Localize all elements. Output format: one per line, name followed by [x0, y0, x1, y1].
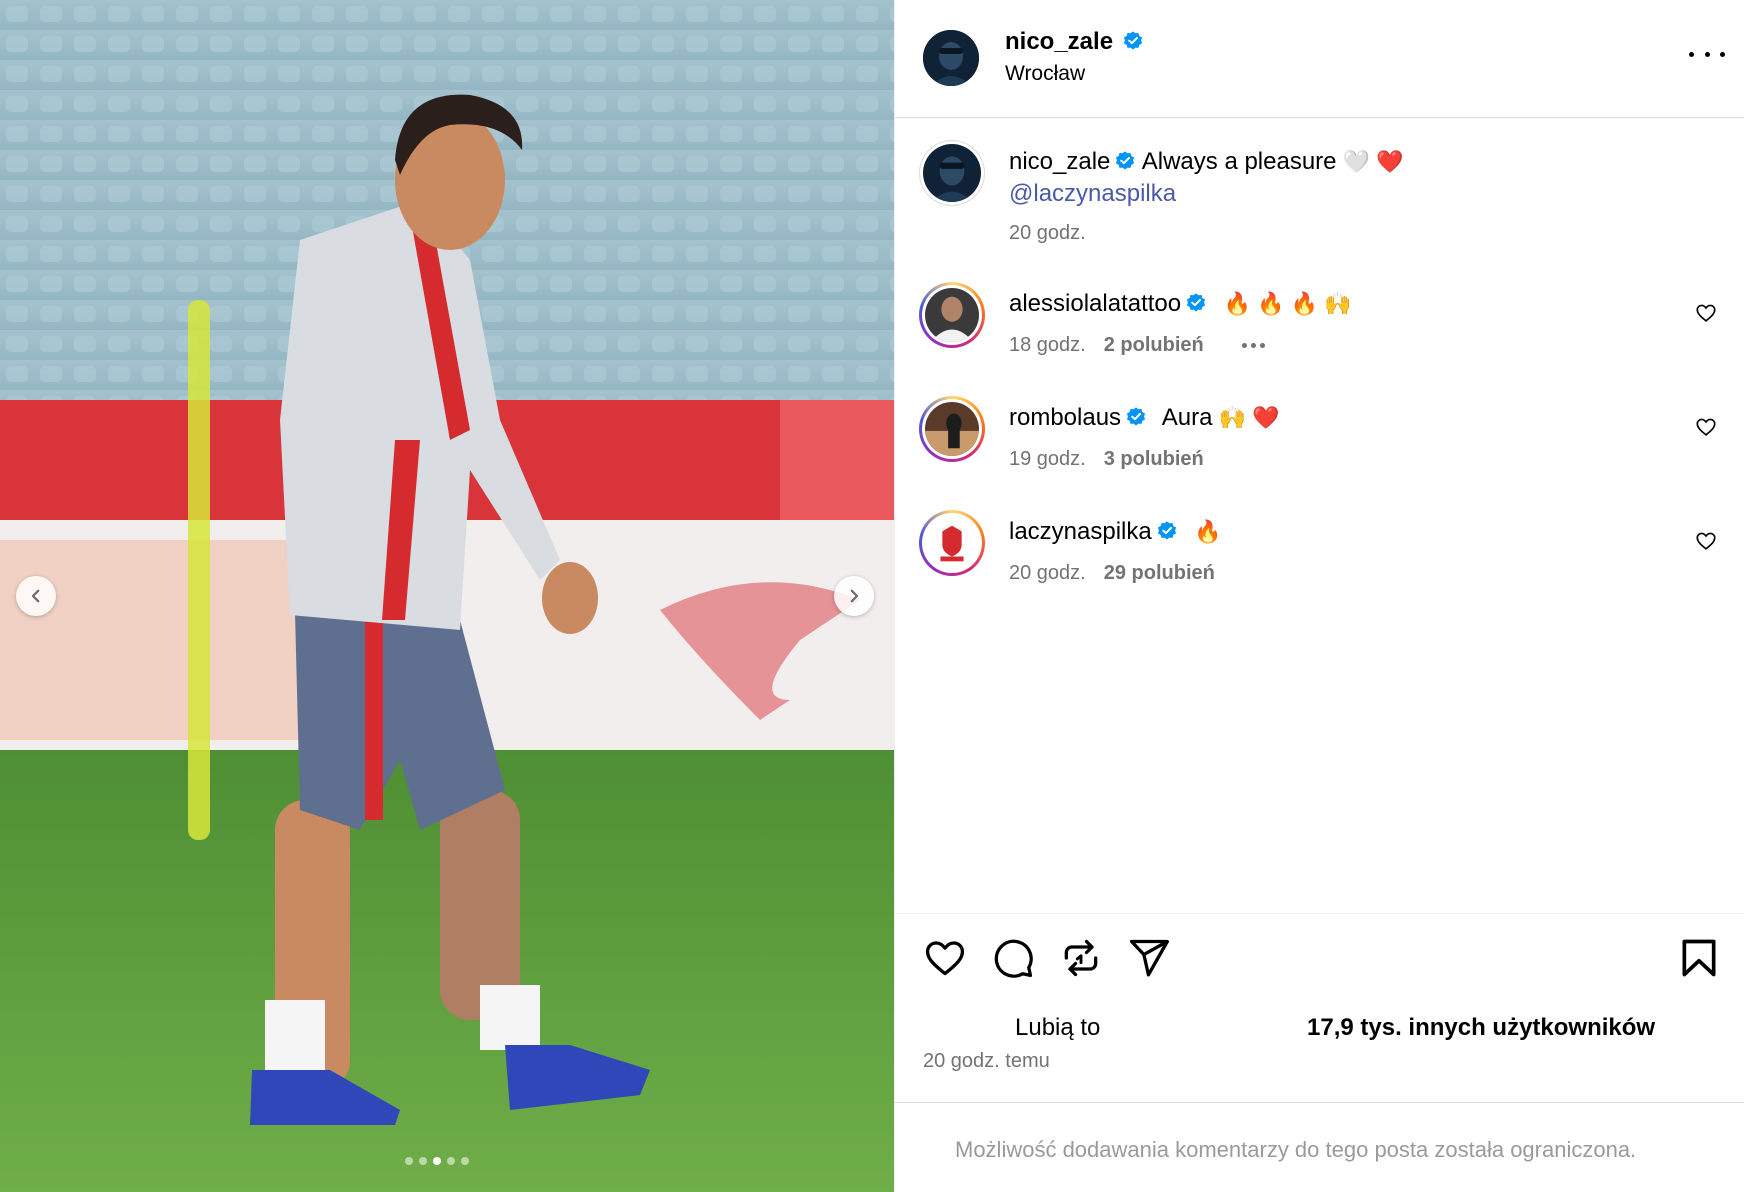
post-actions: Lubią to 17,9 tys. innych użytkowników 2…	[895, 913, 1744, 1103]
post-header: nico_zale Wrocław	[895, 0, 1744, 118]
send-icon[interactable]	[1127, 936, 1171, 980]
verified-badge-icon	[1157, 521, 1176, 540]
comment-icon[interactable]	[991, 936, 1035, 980]
repost-icon[interactable]	[1059, 936, 1103, 980]
comments-disabled-text: Możliwość dodawania komentarzy do tego p…	[955, 1137, 1637, 1162]
carousel-dot	[419, 1157, 427, 1165]
comment-item: rombolaus Aura 🙌 ❤️ 19 godz. 3 polubień	[895, 396, 1744, 486]
caption-emojis: 🤍 ❤️	[1342, 149, 1404, 174]
verified-badge-icon	[1126, 407, 1146, 426]
heart-icon[interactable]	[923, 936, 967, 980]
caption-mention-link[interactable]: @laczynaspilka	[1009, 180, 1176, 208]
carousel-dot-active	[433, 1157, 441, 1165]
author-username[interactable]: nico_zale	[1005, 28, 1113, 55]
comment-likes[interactable]: 3 polubień	[1104, 448, 1204, 470]
comment-avatar[interactable]	[919, 282, 985, 348]
comment-emojis: 🔥	[1194, 519, 1222, 544]
author-avatar[interactable]	[923, 30, 979, 86]
like-comment-icon[interactable]	[1695, 530, 1717, 552]
comment-meta: 19 godz. 3 polubień	[1009, 448, 1204, 471]
bookmark-icon[interactable]	[1677, 936, 1721, 980]
comment-username[interactable]: alessiolalatattoo	[1009, 290, 1181, 317]
comment-avatar-image	[925, 402, 979, 456]
comment-meta: 20 godz. 29 polubień	[1009, 562, 1215, 585]
caption-avatar-image	[923, 144, 981, 202]
comment-avatar[interactable]	[919, 510, 985, 576]
comment-avatar-image	[925, 288, 979, 342]
caption-line: nico_zale Always a pleasure 🤍 ❤️	[1009, 148, 1403, 176]
comments-disabled-notice: Możliwość dodawania komentarzy do tego p…	[895, 1102, 1744, 1192]
caption-avatar[interactable]	[919, 140, 985, 206]
comment-likes[interactable]: 29 polubień	[1104, 562, 1215, 584]
post-timestamp[interactable]: 20 godz. temu	[923, 1050, 1050, 1073]
comment-meta: 18 godz. 2 polubień	[1009, 334, 1265, 357]
comment-item: alessiolalatattoo 🔥 🔥 🔥 🙌 18 godz. 2 polu…	[895, 282, 1744, 372]
comment-time[interactable]: 18 godz.	[1009, 334, 1086, 356]
verified-badge-icon	[1116, 151, 1135, 170]
comment-item: laczynaspilka 🔥 20 godz. 29 polubień	[895, 510, 1744, 600]
comment-time[interactable]: 19 godz.	[1009, 448, 1086, 470]
likes-prefix: Lubią to	[1015, 1014, 1101, 1041]
post-side-panel: nico_zale Wrocław nico_zale Always a ple…	[894, 0, 1744, 1192]
author-name-row: nico_zale	[1005, 28, 1144, 56]
comment-avatar[interactable]	[919, 396, 985, 462]
verified-badge-icon	[1187, 293, 1206, 312]
likes-count[interactable]: 17,9 tys. innych użytkowników	[1307, 1014, 1655, 1042]
post-caption: nico_zale Always a pleasure 🤍 ❤️ @laczyna…	[895, 140, 1744, 250]
carousel-dot	[405, 1157, 413, 1165]
verified-badge-icon	[1123, 31, 1142, 50]
comment-emojis: 🙌 ❤️	[1218, 405, 1280, 430]
next-slide-button[interactable]	[834, 576, 874, 616]
more-icon	[1241, 343, 1247, 349]
like-comment-icon[interactable]	[1695, 416, 1717, 438]
carousel-dot	[447, 1157, 455, 1165]
caption-username[interactable]: nico_zale	[1009, 148, 1110, 175]
post-photo	[0, 0, 894, 1192]
like-comment-icon[interactable]	[1695, 302, 1717, 324]
comment-emojis: 🔥 🔥 🔥 🙌	[1223, 291, 1352, 316]
comment-line: alessiolalatattoo 🔥 🔥 🔥 🙌	[1009, 290, 1352, 318]
comment-username[interactable]: laczynaspilka	[1009, 518, 1152, 545]
comment-avatar-image	[925, 516, 979, 570]
caption-time[interactable]: 20 godz.	[1009, 222, 1086, 245]
author-avatar-image	[923, 30, 979, 86]
comment-line: rombolaus Aura 🙌 ❤️	[1009, 404, 1279, 432]
comment-username[interactable]: rombolaus	[1009, 404, 1121, 431]
comment-text: Aura	[1161, 404, 1213, 431]
previous-slide-button[interactable]	[16, 576, 56, 616]
caption-text: Always a pleasure	[1141, 148, 1337, 175]
chevron-right-icon	[850, 589, 859, 603]
more-options-button[interactable]	[1689, 42, 1725, 66]
post-location[interactable]: Wrocław	[1005, 62, 1085, 86]
comment-time[interactable]: 20 godz.	[1009, 562, 1086, 584]
comment-likes[interactable]: 2 polubień	[1104, 334, 1204, 356]
comment-line: laczynaspilka 🔥	[1009, 518, 1222, 546]
more-icon	[1689, 51, 1694, 57]
post-media[interactable]	[0, 0, 894, 1192]
carousel-indicator	[405, 1157, 469, 1165]
chevron-left-icon	[31, 589, 40, 603]
comment-more-button[interactable]	[1241, 343, 1265, 349]
carousel-dot	[461, 1157, 469, 1165]
